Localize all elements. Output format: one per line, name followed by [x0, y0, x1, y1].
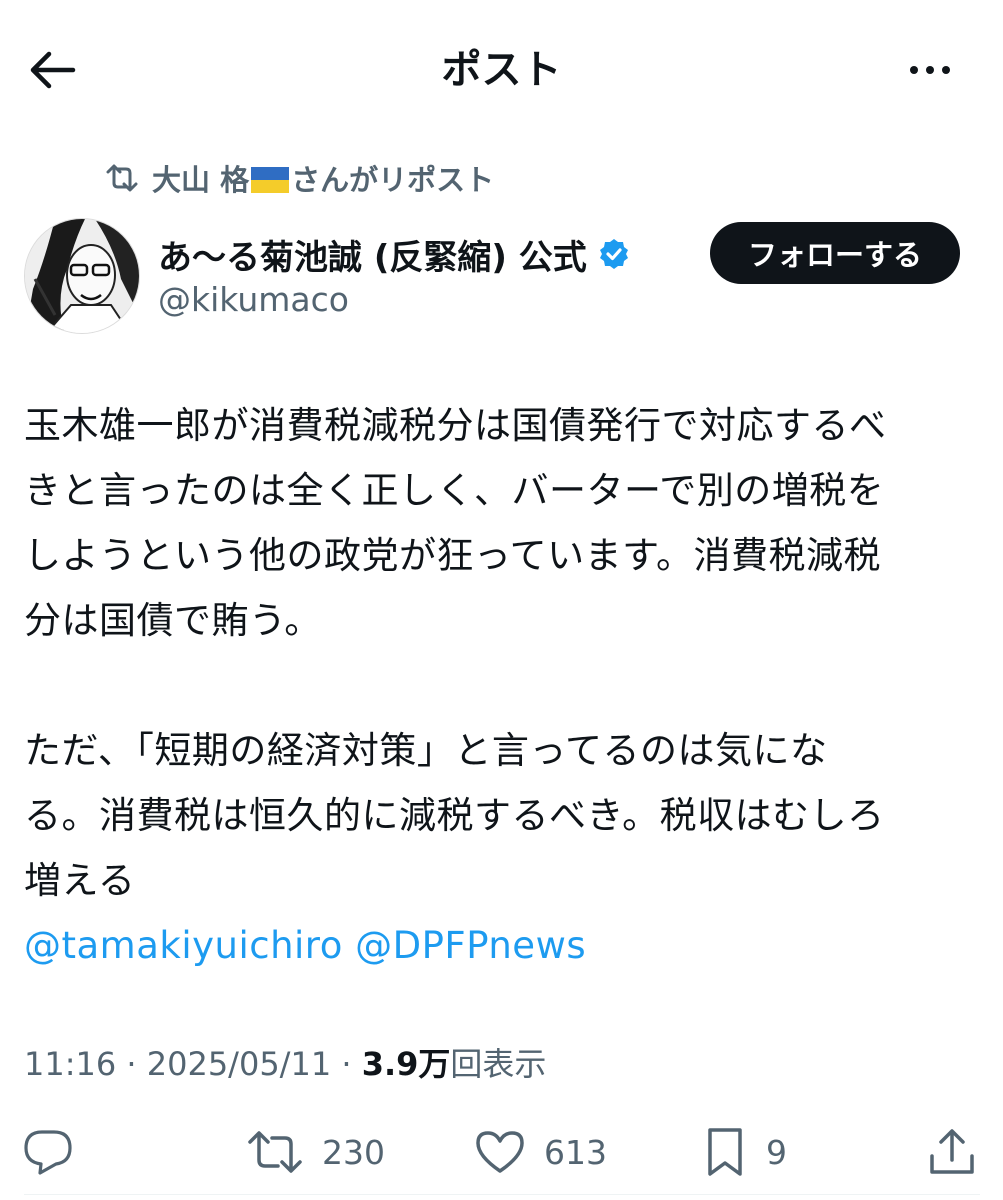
like-count: 613 — [544, 1132, 607, 1172]
text-line: 増える — [24, 859, 136, 902]
bookmark-icon — [708, 1128, 742, 1176]
repost-icon — [106, 164, 138, 192]
author-name: あ〜る菊池誠 (反緊縮) 公式 — [158, 237, 587, 278]
verified-badge-icon — [599, 239, 628, 269]
author-handle[interactable]: @kikumaco — [158, 276, 349, 324]
avatar[interactable] — [24, 218, 140, 334]
mention-link[interactable]: @DPFPnews — [355, 924, 586, 967]
retweet-icon — [248, 1131, 302, 1173]
avatar-illustration — [25, 219, 139, 333]
page-title: ポスト — [441, 47, 562, 93]
retweet-count: 230 — [322, 1132, 385, 1172]
follow-button[interactable]: フォローする — [710, 222, 960, 284]
text-line: ただ、「短期の経済対策」と言ってるのは気にな — [24, 729, 828, 772]
tweet-text: 玉木雄一郎が消費税減税分は国債発行で対応するべ きと言ったのは全く正しく、バータ… — [24, 393, 984, 978]
more-options-button[interactable] — [895, 42, 965, 98]
text-line: る。消費税は恒久的に減税するべき。税収はむしろ — [24, 794, 885, 837]
share-button[interactable] — [926, 1122, 978, 1182]
retweet-button[interactable]: 230 — [246, 1122, 385, 1182]
repost-context[interactable]: 大山 格 さんがリポスト — [104, 156, 494, 200]
tweet-time[interactable]: 11:16 — [24, 1045, 116, 1083]
mention-link[interactable]: @tamakiyuichiro — [24, 924, 343, 967]
text-line: 玉木雄一郎が消費税減税分は国債発行で対応するべ — [24, 404, 887, 447]
text-line: 分は国債で賄う。 — [24, 599, 322, 642]
like-icon — [476, 1131, 524, 1173]
repost-suffix: さんがリポスト — [291, 163, 495, 197]
reply-icon — [24, 1130, 72, 1175]
divider — [24, 1194, 980, 1195]
tweet-date[interactable]: 2025/05/11 — [147, 1045, 331, 1083]
like-button[interactable]: 613 — [474, 1122, 607, 1182]
text-line: きと言ったのは全く正しく、バーターで別の増税を — [24, 469, 885, 512]
views-count: 3.9万 — [361, 1045, 451, 1083]
more-icon — [910, 66, 950, 74]
author-name-row[interactable]: あ〜る菊池誠 (反緊縮) 公式 — [158, 226, 631, 282]
views-label: 回表示 — [450, 1045, 547, 1083]
share-icon — [930, 1129, 974, 1174]
back-arrow-icon — [30, 51, 76, 89]
reply-button[interactable] — [22, 1122, 74, 1182]
ukraine-flag-icon — [251, 167, 290, 193]
back-button[interactable] — [20, 42, 84, 98]
tweet-meta: 11:16 · 2025/05/11 · 3.9万回表示 — [24, 1045, 547, 1083]
bookmark-count: 9 — [766, 1132, 787, 1172]
repost-user: 大山 格 — [152, 163, 250, 197]
bookmark-button[interactable]: 9 — [702, 1122, 787, 1182]
text-line: しようという他の政党が狂っています。消費税減税 — [24, 534, 881, 577]
